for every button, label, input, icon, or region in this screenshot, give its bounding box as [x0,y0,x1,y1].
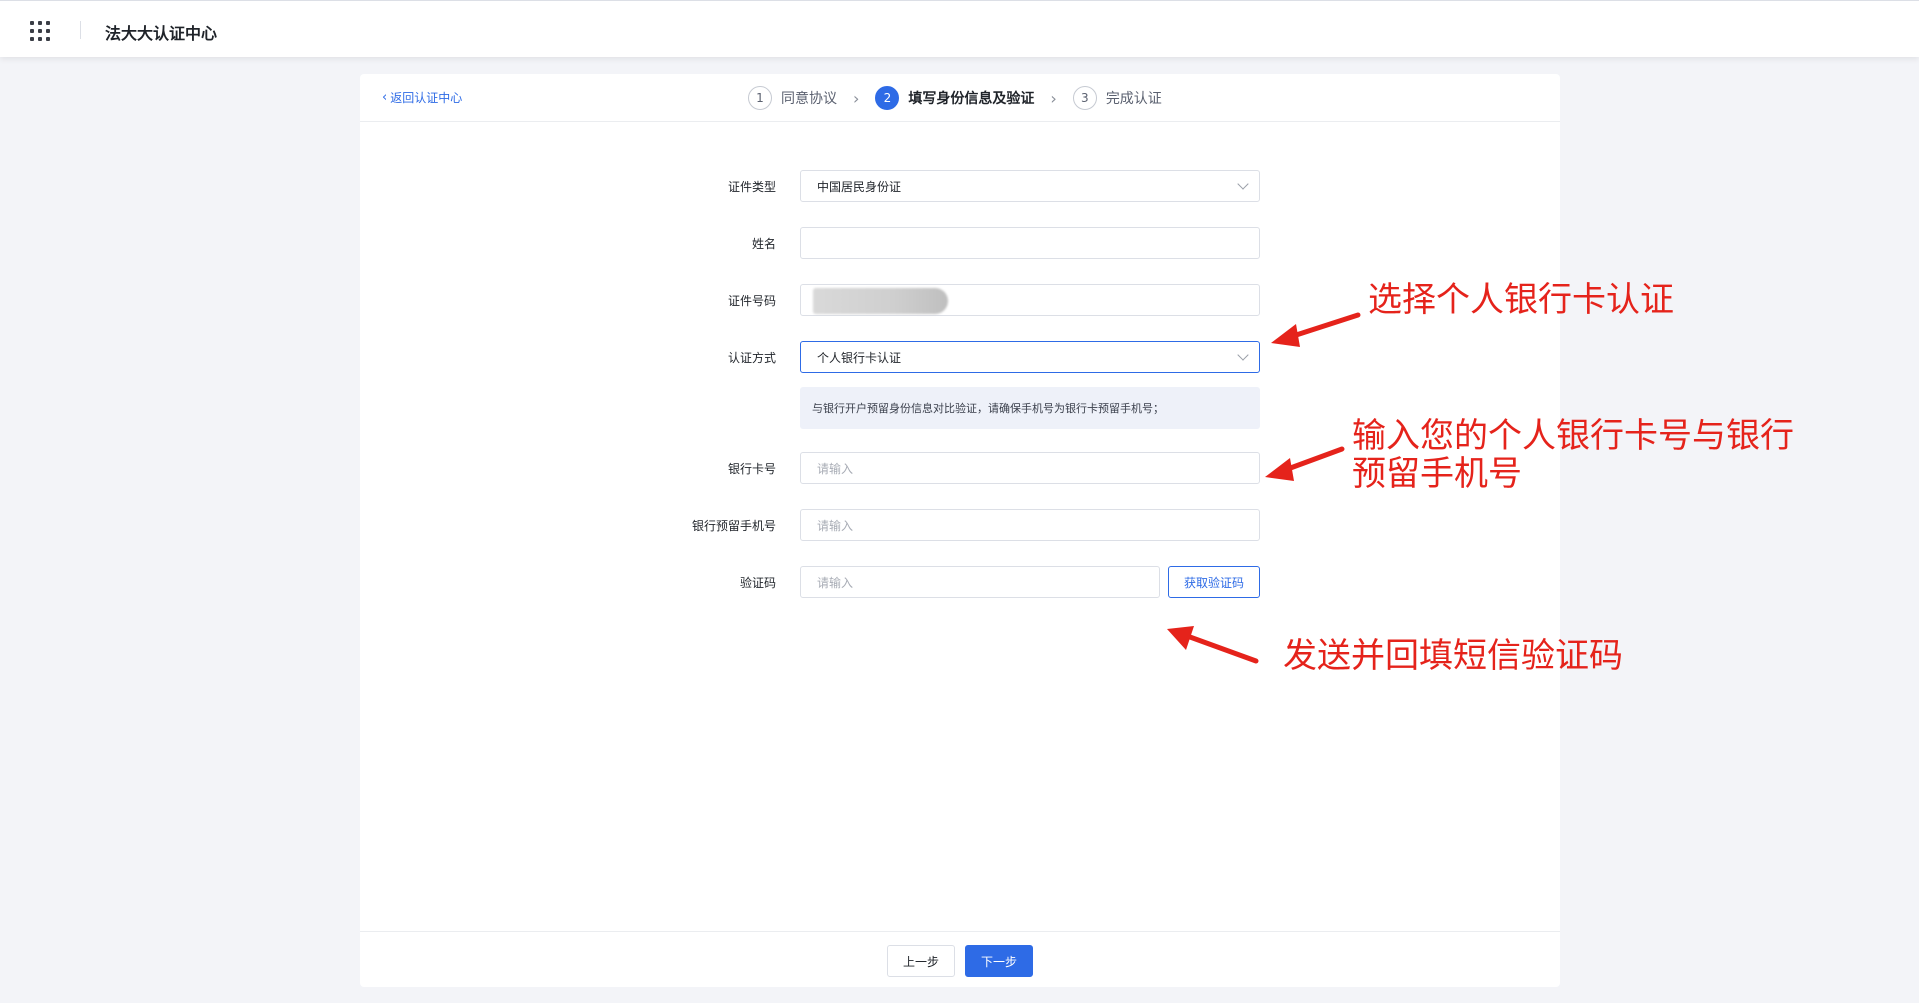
redacted-id-number [813,288,948,314]
bank-phone-label: 银行预留手机号 [691,519,776,533]
row-sms-code: 验证码 请输入 获取验证码 [360,566,1560,598]
row-id-type: 证件类型 中国居民身份证 [360,170,1560,202]
sms-code-placeholder: 请输入 [817,575,854,590]
grid-apps-icon[interactable] [29,20,51,42]
annotation-select-bank-card: 选择个人银行卡认证 [1368,280,1674,320]
step-2-label: 填写身份信息及验证 [908,91,1035,107]
back-to-center-link[interactable]: ‹ 返回认证中心 [382,89,462,106]
stepper: 1 同意协议 › 2 填写身份信息及验证 › 3 完成认证 [748,86,1162,110]
auth-card: ‹ 返回认证中心 1 同意协议 › 2 填写身份信息及验证 › 3 完成认证 证… [360,74,1560,987]
step-1[interactable]: 1 同意协议 [748,86,837,110]
verification-hint: 与银行开户预留身份信息对比验证，请确保手机号为银行卡预留手机号； [800,387,1260,429]
step-1-number: 1 [748,86,772,110]
footer-divider [360,931,1560,932]
step-2[interactable]: 2 填写身份信息及验证 [875,86,1034,110]
step-1-label: 同意协议 [781,91,837,107]
chevron-right-icon: › [1050,88,1057,108]
step-3-number: 3 [1072,86,1097,110]
sms-code-input[interactable]: 请输入 [800,566,1160,598]
chevron-left-icon: ‹ [382,89,388,105]
chevron-down-icon [1237,178,1249,190]
chevron-right-icon: › [853,88,860,108]
row-name: 姓名 [360,227,1560,259]
hint-text: 与银行开户预留身份信息对比验证，请确保手机号为银行卡预留手机号； [812,402,1164,415]
annotation-enter-bank-info-line2: 预留手机号 [1352,454,1522,494]
row-bank-phone: 银行预留手机号 请输入 [360,509,1560,541]
auth-method-value: 个人银行卡认证 [817,350,902,365]
bank-phone-placeholder: 请输入 [817,518,854,533]
annotation-enter-bank-info-line1: 输入您的个人银行卡号与银行 [1352,416,1794,456]
bank-card-input[interactable]: 请输入 [800,452,1260,484]
previous-step-button[interactable]: 上一步 [887,945,955,977]
id-type-label: 证件类型 [727,180,776,194]
chevron-down-icon [1237,349,1249,361]
auth-method-label: 认证方式 [727,351,776,365]
topbar-divider [80,21,81,39]
top-bar: 法大大认证中心 [0,0,1919,57]
get-sms-code-button[interactable]: 获取验证码 [1168,566,1260,598]
row-auth-method: 认证方式 个人银行卡认证 [360,341,1560,373]
bank-card-placeholder: 请输入 [817,461,854,476]
back-link-label: 返回认证中心 [390,91,463,105]
step-3-label: 完成认证 [1105,91,1162,107]
id-type-value: 中国居民身份证 [817,179,902,194]
card-header: ‹ 返回认证中心 1 同意协议 › 2 填写身份信息及验证 › 3 完成认证 [360,74,1560,122]
step-3[interactable]: 3 完成认证 [1072,86,1162,110]
annotation-send-sms-code: 发送并回填短信验证码 [1283,636,1623,676]
sms-code-label: 验证码 [739,576,776,590]
auth-method-select[interactable]: 个人银行卡认证 [800,341,1260,373]
bank-card-label: 银行卡号 [727,462,776,476]
name-input[interactable] [800,227,1260,259]
app-title: 法大大认证中心 [105,24,218,43]
id-number-label: 证件号码 [727,294,776,308]
id-number-input[interactable] [800,284,1260,316]
step-2-number: 2 [875,86,900,110]
bank-phone-input[interactable]: 请输入 [800,509,1260,541]
id-type-select[interactable]: 中国居民身份证 [800,170,1260,202]
next-step-button[interactable]: 下一步 [965,945,1033,977]
name-label: 姓名 [751,237,776,251]
